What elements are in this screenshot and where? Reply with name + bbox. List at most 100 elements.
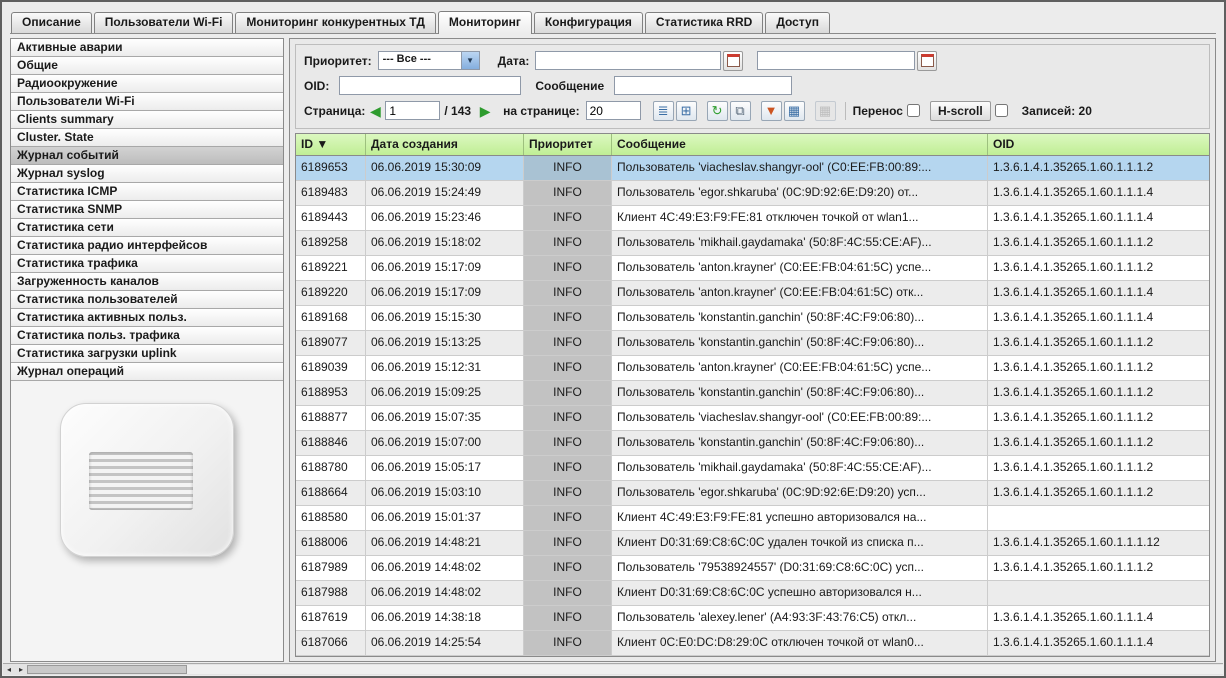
cell-id: 6187066 [296, 631, 366, 655]
table-row[interactable]: 618895306.06.2019 15:09:25INFOПользовате… [296, 381, 1209, 406]
table-row[interactable]: 618922106.06.2019 15:17:09INFOПользовате… [296, 256, 1209, 281]
refresh-icon[interactable]: ↻ [707, 101, 728, 121]
cell-date: 06.06.2019 14:38:18 [366, 606, 524, 630]
scrollbar-track[interactable] [27, 665, 1223, 674]
hscroll-toggle[interactable]: H-scroll [930, 101, 991, 121]
tab-configuration[interactable]: Конфигурация [534, 12, 643, 33]
sidebar-item-user-traffic-statistics[interactable]: Статистика польз. трафика [11, 327, 283, 345]
cell-id: 6187619 [296, 606, 366, 630]
copy-icon[interactable]: ⧉ [730, 101, 751, 121]
column-header-message[interactable]: Сообщение [612, 134, 988, 155]
tab-description[interactable]: Описание [11, 12, 92, 33]
per-page-input[interactable] [586, 101, 641, 120]
tab-monitoring[interactable]: Мониторинг [438, 11, 532, 34]
table-row[interactable]: 618706606.06.2019 14:25:54INFOКлиент 0C:… [296, 631, 1209, 656]
scroll-left-icon[interactable]: ◂ [3, 665, 15, 675]
date-to-calendar-button[interactable] [917, 51, 937, 71]
page-input[interactable] [385, 101, 440, 120]
next-page-icon[interactable]: ▶ [475, 101, 495, 121]
tab-rrd-statistics[interactable]: Статистика RRD [645, 12, 763, 33]
horizontal-scrollbar[interactable]: ◂ ▸ [3, 663, 1223, 675]
sidebar-item-clients-summary[interactable]: Clients summary [11, 111, 283, 129]
cell-message: Пользователь 'egor.shkaruba' (0C:9D:92:6… [612, 481, 988, 505]
table-row[interactable]: 618922006.06.2019 15:17:09INFOПользовате… [296, 281, 1209, 306]
oid-input[interactable] [339, 76, 521, 95]
table-body: 618965306.06.2019 15:30:09INFOПользовате… [296, 156, 1209, 656]
sidebar-item-traffic-statistics[interactable]: Статистика трафика [11, 255, 283, 273]
scroll-right-icon[interactable]: ▸ [15, 665, 27, 675]
page-label: Страница: [304, 104, 365, 118]
hscroll-label: H-scroll [938, 104, 983, 118]
sidebar-item-icmp-statistics[interactable]: Статистика ICMP [11, 183, 283, 201]
sidebar-item-network-statistics[interactable]: Статистика сети [11, 219, 283, 237]
priority-dropdown[interactable]: --- Все --- ▼ [378, 51, 480, 70]
cell-oid: 1.3.6.1.4.1.35265.1.60.1.1.1.2 [988, 256, 1209, 280]
sidebar-item-snmp-statistics[interactable]: Статистика SNMP [11, 201, 283, 219]
column-header-priority[interactable]: Приоритет [524, 134, 612, 155]
table-row[interactable]: 618798806.06.2019 14:48:02INFOКлиент D0:… [296, 581, 1209, 606]
cell-date: 06.06.2019 15:07:00 [366, 431, 524, 455]
sidebar-item-active-alarms[interactable]: Активные аварии [11, 39, 283, 57]
column-header-oid[interactable]: OID [988, 134, 1209, 155]
filter-row-1: Приоритет: --- Все --- ▼ Дата: [304, 48, 1201, 73]
message-label: Сообщение [535, 79, 604, 93]
table-row[interactable]: 618925806.06.2019 15:18:02INFOПользовате… [296, 231, 1209, 256]
table-row[interactable]: 618878006.06.2019 15:05:17INFOПользовате… [296, 456, 1209, 481]
hscroll-checkbox[interactable] [995, 104, 1008, 117]
table-row[interactable]: 618944306.06.2019 15:23:46INFOКлиент 4C:… [296, 206, 1209, 231]
message-input[interactable] [614, 76, 792, 95]
sidebar-item-active-user-statistics[interactable]: Статистика активных польз. [11, 309, 283, 327]
sidebar-item-general[interactable]: Общие [11, 57, 283, 75]
sidebar-item-channel-load[interactable]: Загруженность каналов [11, 273, 283, 291]
sidebar-item-cluster-state[interactable]: Cluster. State [11, 129, 283, 147]
cell-oid: 1.3.6.1.4.1.35265.1.60.1.1.1.2 [988, 456, 1209, 480]
date-from-input[interactable] [535, 51, 721, 70]
export-icon[interactable]: ▦ [784, 101, 805, 121]
sidebar-item-user-statistics[interactable]: Статистика пользователей [11, 291, 283, 309]
date-from-calendar-button[interactable] [723, 51, 743, 71]
prev-page-icon[interactable]: ◀ [365, 101, 385, 121]
cell-priority: INFO [524, 356, 612, 380]
grid-view-icon[interactable]: ⊞ [676, 101, 697, 121]
sidebar-item-radio-environment[interactable]: Радиоокружение [11, 75, 283, 93]
cell-message: Пользователь 'konstantin.ganchin' (50:8F… [612, 431, 988, 455]
cell-oid: 1.3.6.1.4.1.35265.1.60.1.1.1.4 [988, 306, 1209, 330]
cell-priority: INFO [524, 631, 612, 655]
tab-wifi-users[interactable]: Пользователи Wi-Fi [94, 12, 234, 33]
cell-date: 06.06.2019 15:01:37 [366, 506, 524, 530]
table-row[interactable]: 618965306.06.2019 15:30:09INFOПользовате… [296, 156, 1209, 181]
cell-priority: INFO [524, 306, 612, 330]
table-row[interactable]: 618887706.06.2019 15:07:35INFOПользовате… [296, 406, 1209, 431]
table-row[interactable]: 618800606.06.2019 14:48:21INFOКлиент D0:… [296, 531, 1209, 556]
sidebar-item-operations-log[interactable]: Журнал операций [11, 363, 283, 381]
sidebar-item-wifi-users[interactable]: Пользователи Wi-Fi [11, 93, 283, 111]
sidebar-item-event-log[interactable]: Журнал событий [11, 147, 283, 165]
sidebar-item-uplink-load-statistics[interactable]: Статистика загрузки uplink [11, 345, 283, 363]
cell-message: Пользователь 'konstantin.ganchin' (50:8F… [612, 306, 988, 330]
date-to-input[interactable] [757, 51, 915, 70]
list-view-icon[interactable]: ≣ [653, 101, 674, 121]
chevron-down-icon[interactable]: ▼ [461, 52, 479, 69]
table-row[interactable]: 618916806.06.2019 15:15:30INFOПользовате… [296, 306, 1209, 331]
cell-priority: INFO [524, 506, 612, 530]
toolbar: ≣⊞↻⧉▼▦▦ [653, 101, 838, 121]
tab-access[interactable]: Доступ [765, 12, 830, 33]
tab-rogue-ap-monitoring[interactable]: Мониторинг конкурентных ТД [235, 12, 435, 33]
scrollbar-thumb[interactable] [27, 665, 187, 674]
table-row[interactable]: 618798906.06.2019 14:48:02INFOПользовате… [296, 556, 1209, 581]
table-row[interactable]: 618884606.06.2019 15:07:00INFOПользовате… [296, 431, 1209, 456]
cell-id: 6189039 [296, 356, 366, 380]
table-row[interactable]: 618858006.06.2019 15:01:37INFOКлиент 4C:… [296, 506, 1209, 531]
sidebar-item-radio-interface-statistics[interactable]: Статистика радио интерфейсов [11, 237, 283, 255]
table-row[interactable]: 618761906.06.2019 14:38:18INFOПользовате… [296, 606, 1209, 631]
table-row[interactable]: 618866406.06.2019 15:03:10INFOПользовате… [296, 481, 1209, 506]
wrap-checkbox[interactable] [907, 104, 920, 117]
table-row[interactable]: 618907706.06.2019 15:13:25INFOПользовате… [296, 331, 1209, 356]
table-row[interactable]: 618903906.06.2019 15:12:31INFOПользовате… [296, 356, 1209, 381]
clear-filter-icon[interactable]: ▼ [761, 101, 782, 121]
column-header-date[interactable]: Дата создания [366, 134, 524, 155]
column-header-id[interactable]: ID ▼ [296, 134, 366, 155]
table-row[interactable]: 618948306.06.2019 15:24:49INFOПользовате… [296, 181, 1209, 206]
cell-date: 06.06.2019 14:48:02 [366, 556, 524, 580]
sidebar-item-syslog[interactable]: Журнал syslog [11, 165, 283, 183]
